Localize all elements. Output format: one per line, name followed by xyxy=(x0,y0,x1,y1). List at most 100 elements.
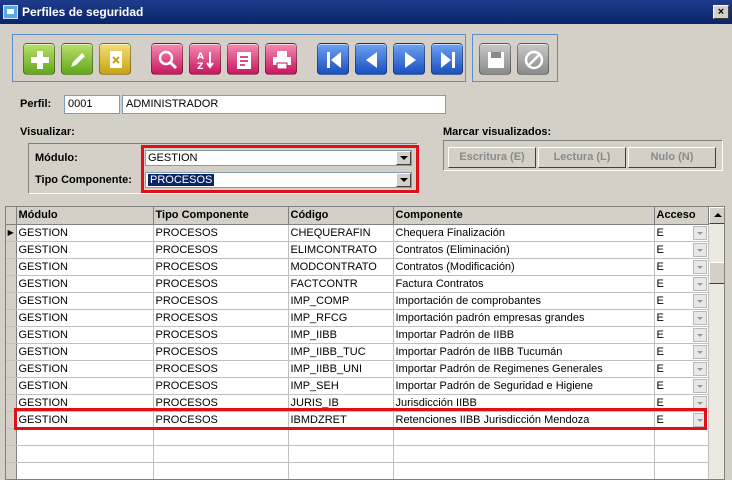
cell-modulo[interactable]: GESTION xyxy=(16,326,154,344)
cell-acceso[interactable]: E xyxy=(654,224,709,242)
cell-tipo[interactable]: PROCESOS xyxy=(153,326,289,344)
cell-componente[interactable]: Importación de comprobantes xyxy=(393,292,655,310)
table-row[interactable]: GESTION PROCESOS IMP_SEH Importar Padrón… xyxy=(6,377,709,395)
cell-codigo[interactable]: FACTCONTR xyxy=(288,275,394,293)
cell-acceso[interactable]: E xyxy=(654,343,709,361)
table-row[interactable]: GESTION PROCESOS FACTCONTR Factura Contr… xyxy=(6,275,709,293)
next-record-button[interactable] xyxy=(393,43,425,75)
nulo-button[interactable]: Nulo (N) xyxy=(628,147,716,168)
cell-codigo[interactable]: CHEQUERAFIN xyxy=(288,224,394,242)
cell-codigo[interactable]: MODCONTRATO xyxy=(288,258,394,276)
cell-componente[interactable]: Chequera Finalización xyxy=(393,224,655,242)
chevron-down-icon[interactable] xyxy=(692,310,707,325)
cell-modulo[interactable]: GESTION xyxy=(16,292,154,310)
column-header-codigo[interactable]: Código xyxy=(288,207,394,225)
cell-acceso[interactable]: E xyxy=(654,241,709,259)
acceso-value: E xyxy=(656,243,664,256)
search-button[interactable] xyxy=(151,43,183,75)
cell-modulo[interactable]: GESTION xyxy=(16,377,154,395)
cell-modulo[interactable]: GESTION xyxy=(16,241,154,259)
cell-codigo[interactable]: IMP_COMP xyxy=(288,292,394,310)
table-row[interactable]: ▶ GESTION PROCESOS CHEQUERAFIN Chequera … xyxy=(6,224,709,242)
column-header-modulo[interactable]: Módulo xyxy=(16,207,154,225)
cell-codigo[interactable]: IMP_IIBB xyxy=(288,326,394,344)
close-button[interactable]: × xyxy=(713,5,729,19)
perfil-name-field[interactable]: ADMINISTRADOR xyxy=(122,95,446,114)
cell-acceso[interactable]: E xyxy=(654,326,709,344)
report-button[interactable] xyxy=(227,43,259,75)
perfil-code-field[interactable]: 0001 xyxy=(64,95,120,114)
cell-modulo[interactable]: GESTION xyxy=(16,275,154,293)
cell-componente[interactable]: Importación padrón empresas grandes xyxy=(393,309,655,327)
cell-tipo[interactable]: PROCESOS xyxy=(153,360,289,378)
cell-acceso[interactable]: E xyxy=(654,309,709,327)
lectura-button[interactable]: Lectura (L) xyxy=(538,147,626,168)
cell-tipo[interactable]: PROCESOS xyxy=(153,224,289,242)
column-header-acceso[interactable]: Acceso xyxy=(654,207,709,225)
cell-modulo[interactable]: GESTION xyxy=(16,360,154,378)
cell-componente[interactable]: Importar Padrón de IIBB xyxy=(393,326,655,344)
chevron-down-icon[interactable] xyxy=(692,242,707,257)
cell-codigo[interactable]: ELIMCONTRATO xyxy=(288,241,394,259)
cell-componente[interactable]: Importar Padrón de Regimenes Generales xyxy=(393,360,655,378)
last-record-button[interactable] xyxy=(431,43,463,75)
sort-button[interactable]: AZ xyxy=(189,43,221,75)
cell-acceso[interactable]: E xyxy=(654,377,709,395)
vertical-scrollbar[interactable] xyxy=(709,207,724,479)
delete-button[interactable] xyxy=(99,43,131,75)
print-button[interactable] xyxy=(265,43,297,75)
cell-acceso[interactable]: E xyxy=(654,360,709,378)
column-header-tipo-componente[interactable]: Tipo Componente xyxy=(153,207,289,225)
chevron-down-icon[interactable] xyxy=(692,225,707,240)
table-row[interactable]: GESTION PROCESOS IMP_IIBB_UNI Importar P… xyxy=(6,360,709,378)
cell-componente[interactable]: Importar Padrón de IIBB Tucumán xyxy=(393,343,655,361)
chevron-down-icon[interactable] xyxy=(692,276,707,291)
scroll-up-icon[interactable] xyxy=(709,207,724,224)
add-button[interactable] xyxy=(23,43,55,75)
cancel-button[interactable] xyxy=(517,43,549,75)
table-row[interactable]: GESTION PROCESOS IMP_RFCG Importación pa… xyxy=(6,309,709,327)
cell-componente[interactable]: Contratos (Eliminación) xyxy=(393,241,655,259)
chevron-down-icon[interactable] xyxy=(692,293,707,308)
empty-cell xyxy=(153,445,289,463)
cell-tipo[interactable]: PROCESOS xyxy=(153,309,289,327)
first-record-button[interactable] xyxy=(317,43,349,75)
table-row[interactable]: GESTION PROCESOS IMP_IIBB Importar Padró… xyxy=(6,326,709,344)
cell-tipo[interactable]: PROCESOS xyxy=(153,241,289,259)
column-header-componente[interactable]: Componente xyxy=(393,207,655,225)
cell-tipo[interactable]: PROCESOS xyxy=(153,377,289,395)
cell-codigo[interactable]: IMP_IIBB_UNI xyxy=(288,360,394,378)
chevron-down-icon[interactable] xyxy=(692,361,707,376)
cell-acceso[interactable]: E xyxy=(654,292,709,310)
edit-button[interactable] xyxy=(61,43,93,75)
escritura-button[interactable]: Escritura (E) xyxy=(448,147,536,168)
cell-codigo[interactable]: IMP_RFCG xyxy=(288,309,394,327)
cell-codigo[interactable]: IMP_SEH xyxy=(288,377,394,395)
acceso-value: E xyxy=(656,277,664,290)
table-row[interactable]: GESTION PROCESOS IMP_IIBB_TUC Importar P… xyxy=(6,343,709,361)
chevron-down-icon[interactable] xyxy=(692,259,707,274)
save-button[interactable] xyxy=(479,43,511,75)
cell-acceso[interactable]: E xyxy=(654,258,709,276)
cell-componente[interactable]: Importar Padrón de Seguridad e Higiene xyxy=(393,377,655,395)
chevron-down-icon[interactable] xyxy=(692,327,707,342)
previous-record-button[interactable] xyxy=(355,43,387,75)
cell-componente[interactable]: Contratos (Modificación) xyxy=(393,258,655,276)
table-row[interactable]: GESTION PROCESOS IMP_COMP Importación de… xyxy=(6,292,709,310)
cell-tipo[interactable]: PROCESOS xyxy=(153,343,289,361)
cell-tipo[interactable]: PROCESOS xyxy=(153,292,289,310)
table-row[interactable]: GESTION PROCESOS MODCONTRATO Contratos (… xyxy=(6,258,709,276)
chevron-down-icon[interactable] xyxy=(692,378,707,393)
chevron-down-icon[interactable] xyxy=(692,344,707,359)
cell-modulo[interactable]: GESTION xyxy=(16,309,154,327)
cell-modulo[interactable]: GESTION xyxy=(16,343,154,361)
cell-acceso[interactable]: E xyxy=(654,275,709,293)
cell-modulo[interactable]: GESTION xyxy=(16,224,154,242)
cell-tipo[interactable]: PROCESOS xyxy=(153,275,289,293)
cell-modulo[interactable]: GESTION xyxy=(16,258,154,276)
cell-codigo[interactable]: IMP_IIBB_TUC xyxy=(288,343,394,361)
scroll-thumb[interactable] xyxy=(709,262,724,284)
table-row[interactable]: GESTION PROCESOS ELIMCONTRATO Contratos … xyxy=(6,241,709,259)
cell-tipo[interactable]: PROCESOS xyxy=(153,258,289,276)
cell-componente[interactable]: Factura Contratos xyxy=(393,275,655,293)
